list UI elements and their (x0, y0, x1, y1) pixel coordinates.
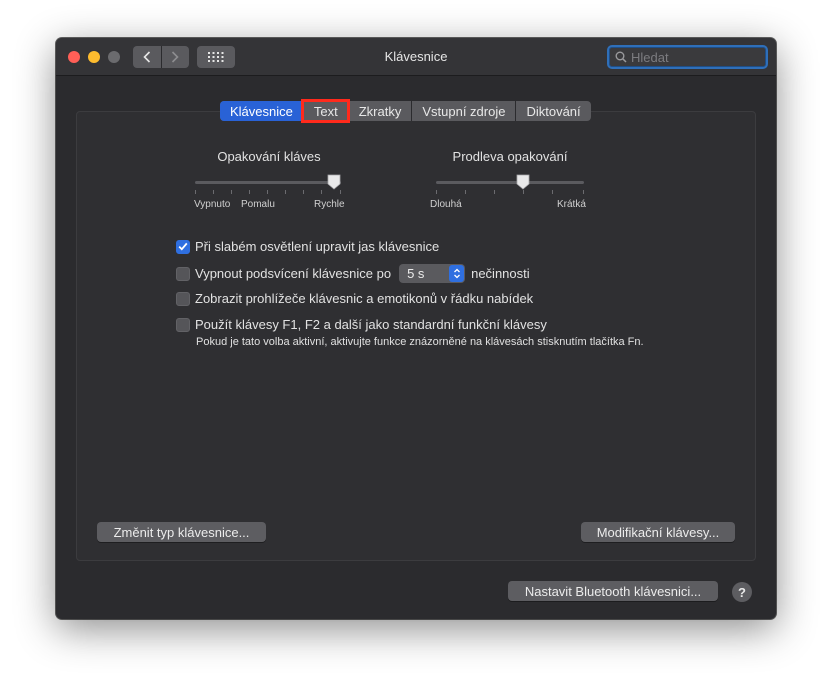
change-keyboard-type-button[interactable]: Změnit typ klávesnice... (97, 522, 266, 542)
repeat-delay-title: Prodleva opakování (452, 149, 568, 164)
show-viewers-option[interactable]: Zobrazit prohlížeče klávesnic a emotikon… (176, 291, 533, 306)
key-repeat-tick (267, 190, 268, 194)
adjust-brightness-checkbox[interactable] (176, 239, 190, 254)
key-repeat-title: Opakování kláves (217, 149, 321, 164)
show-viewers-checkbox[interactable] (176, 291, 190, 306)
key-repeat-tick (195, 190, 196, 194)
repeat-delay-tick (436, 190, 437, 194)
adjust-brightness-option[interactable]: Při slabém osvětlení upravit jas klávesn… (176, 239, 439, 254)
keyboard-preferences-window: Klávesnice Klávesnice Text Zkratky Vstup… (56, 38, 776, 619)
fn-keys-checkbox[interactable] (176, 317, 190, 332)
key-repeat-tick (340, 190, 341, 194)
show-viewers-label: Zobrazit prohlížeče klávesnic a emotikon… (195, 291, 534, 306)
repeat-delay-tick (583, 190, 584, 194)
key-repeat-tick (213, 190, 214, 194)
tab-input-sources[interactable]: Vstupní zdroje (411, 101, 515, 121)
key-repeat-label-fast: Rychle (314, 199, 345, 210)
tab-text[interactable]: Text (300, 99, 350, 123)
search-input[interactable] (627, 49, 757, 65)
fn-keys-label: Použít klávesy F1, F2 a další jako stand… (195, 317, 547, 332)
key-repeat-tick (285, 190, 286, 194)
modifier-keys-button[interactable]: Modifikační klávesy... (581, 522, 735, 542)
checkmark-icon (178, 242, 188, 251)
repeat-delay-label-long: Dlouhá (430, 199, 462, 210)
backlight-timeout-popup[interactable]: 5 s (399, 264, 466, 283)
fn-keys-note: Pokud je tato volba aktivní, aktivujte f… (196, 336, 644, 348)
backlight-off-label: Vypnout podsvícení klávesnice po (195, 266, 392, 281)
tab-bar: Klávesnice Text Zkratky Vstupní zdroje D… (220, 99, 591, 123)
title-bar: Klávesnice (56, 38, 776, 76)
tab-keyboard[interactable]: Klávesnice (220, 101, 303, 121)
backlight-off-option[interactable]: Vypnout podsvícení klávesnice po 5 s neč… (176, 264, 530, 283)
repeat-delay-tick (465, 190, 466, 194)
backlight-off-checkbox[interactable] (176, 266, 190, 281)
backlight-timeout-value: 5 s (407, 266, 425, 281)
help-button[interactable]: ? (732, 582, 752, 602)
key-repeat-tick (303, 190, 304, 194)
repeat-delay-label-short: Krátká (557, 199, 586, 210)
backlight-off-suffix: nečinnosti (471, 266, 530, 281)
fn-keys-option[interactable]: Použít klávesy F1, F2 a další jako stand… (176, 317, 547, 332)
bluetooth-keyboard-button[interactable]: Nastavit Bluetooth klávesnici... (508, 581, 718, 601)
repeat-delay-slider-knob[interactable] (516, 174, 530, 190)
repeat-delay-track[interactable] (436, 181, 584, 184)
key-repeat-tick (321, 190, 322, 194)
tab-dictation[interactable]: Diktování (515, 101, 590, 121)
key-repeat-tick (231, 190, 232, 194)
repeat-delay-tick (523, 190, 524, 194)
popup-arrows-icon (449, 265, 465, 282)
key-repeat-tick (249, 190, 250, 194)
adjust-brightness-label: Při slabém osvětlení upravit jas klávesn… (195, 239, 440, 254)
key-repeat-slider-knob[interactable] (327, 174, 341, 190)
repeat-delay-tick (494, 190, 495, 194)
search-icon (615, 51, 627, 63)
key-repeat-label-off: Vypnuto (194, 199, 231, 210)
key-repeat-track[interactable] (195, 181, 341, 184)
tab-shortcuts[interactable]: Zkratky (347, 101, 412, 121)
repeat-delay-tick (552, 190, 553, 194)
key-repeat-label-slow: Pomalu (241, 199, 275, 210)
search-field[interactable] (607, 45, 768, 69)
